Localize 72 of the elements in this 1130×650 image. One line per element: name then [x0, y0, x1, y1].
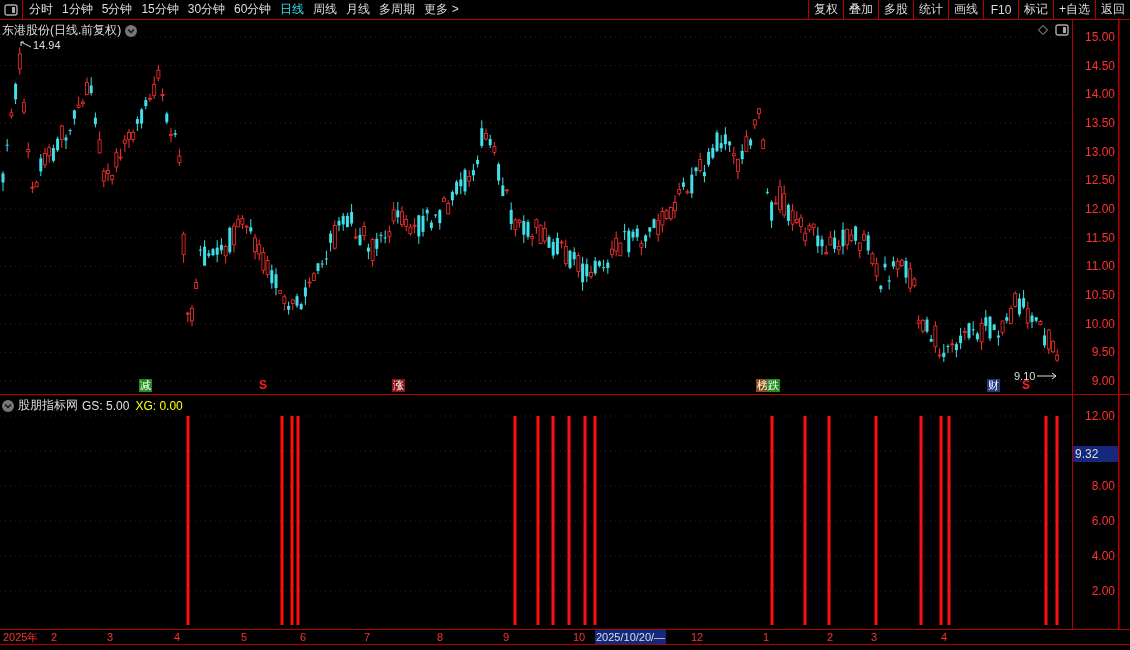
date-label: 2 — [50, 630, 59, 644]
date-label: 10 — [572, 630, 587, 644]
high-price-label: 14.94 — [33, 39, 61, 51]
period-tab[interactable]: 1分钟 — [62, 1, 93, 18]
date-label: 1 — [762, 630, 771, 644]
date-label: 6 — [299, 630, 308, 644]
period-tab[interactable]: 周线 — [313, 1, 338, 18]
axis-label: 10.50 — [1084, 287, 1115, 303]
toolbar-button[interactable]: 多股 — [878, 0, 913, 19]
axis-label: 4.00 — [1091, 548, 1115, 564]
axis-label: 6.00 — [1091, 513, 1115, 529]
date-label: 3 — [870, 630, 879, 644]
period-tab[interactable]: 30分钟 — [187, 1, 226, 18]
date-label: 4 — [940, 630, 949, 644]
axis-label: 12.00 — [1084, 201, 1115, 217]
date-label: 8 — [436, 630, 445, 644]
axis-label: 9.50 — [1091, 344, 1115, 361]
date-label: 3 — [106, 630, 115, 644]
toolbar-button[interactable]: 标记 — [1018, 0, 1053, 19]
date-label: 2025/10/20/— — [595, 630, 667, 644]
date-label: 4 — [173, 630, 182, 644]
date-label: 7 — [363, 630, 372, 644]
dropdown-icon[interactable] — [2, 399, 14, 412]
toolbar-button[interactable]: 叠加 — [843, 0, 878, 19]
axis-label: 2.00 — [1091, 583, 1115, 599]
axis-label: 15.00 — [1084, 29, 1115, 45]
indicator-parameter: XG: 0.00 — [135, 398, 183, 413]
axis-label: 11.50 — [1085, 229, 1115, 246]
indicator-parameter: GS: 5.00 — [82, 398, 130, 413]
toolbar-button[interactable]: 复权 — [808, 0, 843, 19]
period-tab[interactable]: 多周期 — [379, 1, 416, 18]
axis-label: 12.50 — [1084, 172, 1115, 189]
marker-tag: 财 — [987, 379, 1000, 392]
pointer-arrow-icon — [20, 41, 32, 49]
toolbar-button[interactable]: +自选 — [1053, 0, 1095, 19]
toolbar-button[interactable]: 统计 — [913, 0, 948, 19]
axis-label: 11.00 — [1085, 258, 1115, 275]
date-label: 9 — [502, 630, 511, 644]
axis-label: 8.00 — [1091, 478, 1115, 494]
axis-label: 13.00 — [1084, 143, 1115, 160]
panel-icon — [4, 3, 18, 16]
cursor-value-label: 9.32 — [1073, 446, 1118, 462]
period-tab[interactable]: 60分钟 — [234, 1, 272, 18]
axis-label: 14.50 — [1084, 57, 1115, 74]
date-label: 2025年 — [2, 630, 40, 644]
toolbar-button[interactable]: 画线 — [948, 0, 983, 19]
marker-tag: 减 — [139, 379, 152, 392]
arrow-icon — [1036, 372, 1059, 380]
toolbar-button[interactable]: F10 — [983, 0, 1018, 19]
period-tab[interactable]: 分时 — [29, 1, 53, 18]
axis-label: 9.00 — [1091, 373, 1115, 389]
toolbar-button[interactable]: 返回 — [1095, 0, 1130, 19]
axis-label: 13.50 — [1084, 115, 1115, 131]
axis-label: 10.00 — [1084, 315, 1115, 332]
date-label: 5 — [240, 630, 249, 644]
marker-tag: 跌 — [767, 379, 780, 392]
sell-signal-mark: S — [259, 378, 267, 392]
diamond-icon[interactable] — [1038, 25, 1048, 35]
panel-icon[interactable] — [1055, 24, 1069, 36]
indicator-name: 股朋指标网 — [18, 397, 78, 414]
period-tab[interactable]: 日线 — [280, 1, 305, 18]
period-tab[interactable]: 15分钟 — [141, 1, 179, 18]
period-tab[interactable]: 更多 > — [424, 1, 459, 18]
marker-tag: 涨 — [392, 379, 405, 392]
date-label: 12 — [690, 630, 705, 644]
period-tab[interactable]: 月线 — [346, 1, 371, 18]
date-label: 2 — [826, 630, 835, 644]
axis-label: 12.00 — [1084, 408, 1115, 424]
axis-label: 14.00 — [1084, 86, 1115, 103]
dropdown-icon[interactable] — [125, 24, 138, 37]
chart-title: 东港股份(日线.前复权) — [2, 22, 122, 39]
period-tab[interactable]: 5分钟 — [101, 1, 133, 18]
